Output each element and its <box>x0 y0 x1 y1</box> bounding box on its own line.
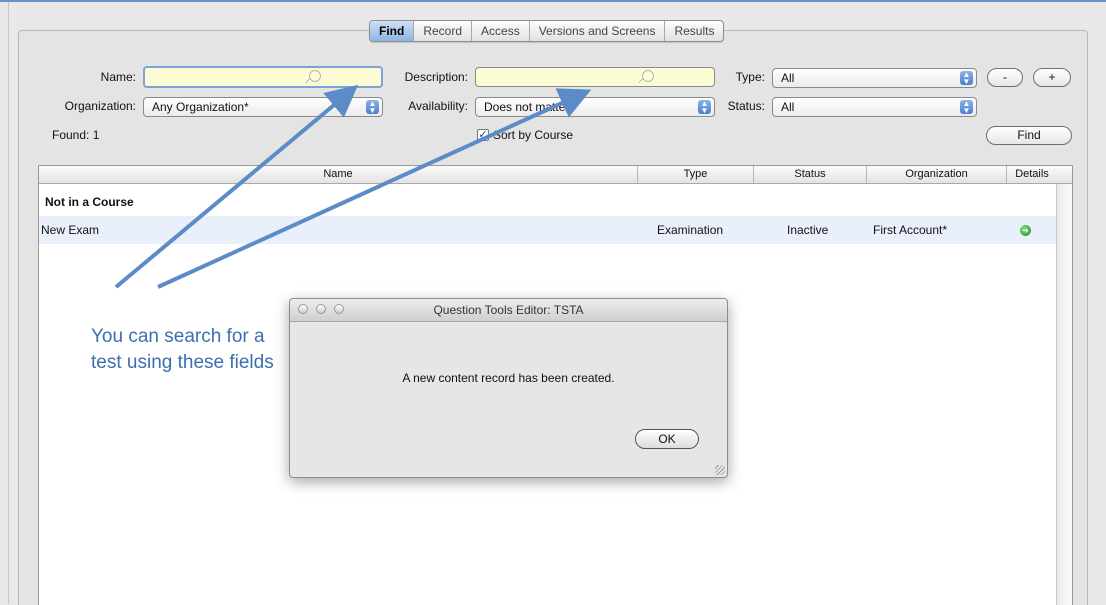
callout-arrows <box>114 84 592 289</box>
arrow-to-name-field <box>114 84 359 289</box>
arrow-to-description-field <box>157 88 592 289</box>
